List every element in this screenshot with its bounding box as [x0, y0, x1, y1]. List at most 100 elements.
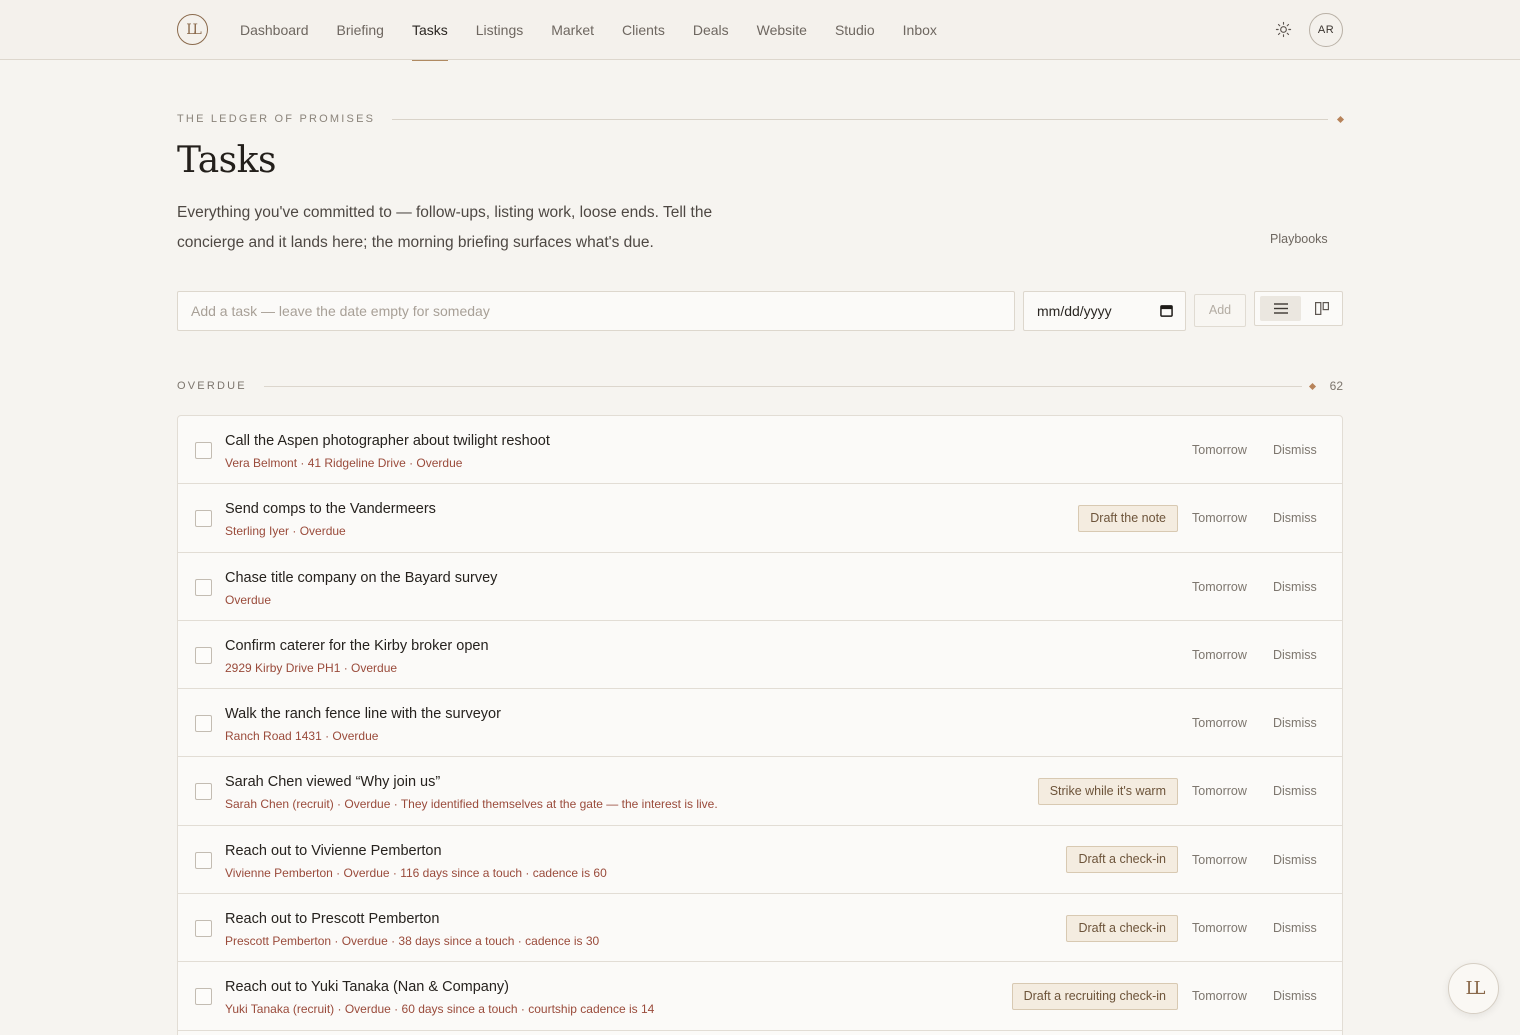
task-checkbox[interactable]	[195, 442, 212, 459]
task-checkbox[interactable]	[195, 851, 212, 869]
task-title[interactable]: Reach out to Prescott Pemberton	[225, 911, 439, 927]
nav-item-clients[interactable]: Clients	[622, 0, 665, 60]
divider	[392, 118, 1328, 120]
task-row: Walk the ranch fence line with the surve…	[178, 689, 1342, 758]
top-nav-bar: LL Dashboard Briefing Tasks Listings Mar…	[0, 0, 1520, 61]
dismiss-button[interactable]: Dismiss	[1273, 648, 1342, 662]
add-task-button[interactable]: Add	[1194, 294, 1246, 327]
avatar[interactable]: AR	[1309, 13, 1343, 47]
task-checkbox[interactable]	[195, 920, 212, 938]
draft-action-button[interactable]: Draft a check-in	[1066, 846, 1178, 874]
task-actions: Tomorrow Dismiss	[1192, 416, 1342, 484]
draft-action-button[interactable]: Strike while it's warm	[1037, 777, 1178, 805]
task-title[interactable]: Walk the ranch fence line with the surve…	[225, 706, 501, 722]
dismiss-button[interactable]: Dismiss	[1273, 443, 1342, 457]
snooze-tomorrow-button[interactable]: Tomorrow	[1192, 443, 1273, 457]
task-title[interactable]: Reach out to Vivienne Pemberton	[225, 843, 442, 859]
nav-item-briefing[interactable]: Briefing	[337, 0, 384, 60]
brand-logo[interactable]: LL	[177, 14, 208, 45]
task-title[interactable]: Chase title company on the Bayard survey	[225, 570, 497, 586]
nav-item-tasks[interactable]: Tasks	[411, 0, 448, 61]
task-row: Reach out to Yuki Tanaka (Nan & Company)…	[178, 962, 1342, 1031]
task-title[interactable]: Confirm caterer for the Kirby broker ope…	[225, 638, 489, 654]
task-meta: 2929 Kirby Drive PH1 · Overdue	[225, 660, 398, 675]
due-date-field[interactable]: mm/dd/yyyy	[1023, 291, 1186, 331]
task-row: Send comps to the Vandermeers Sterling I…	[178, 484, 1342, 553]
task-row: Reach out to Prescott Pemberton Prescott…	[178, 894, 1342, 963]
dismiss-button[interactable]: Dismiss	[1273, 511, 1342, 525]
section-header-overdue: OVERDUE 62	[177, 378, 1343, 394]
dismiss-button[interactable]: Dismiss	[1273, 784, 1342, 798]
snooze-tomorrow-button[interactable]: Tomorrow	[1192, 716, 1273, 730]
task-checkbox[interactable]	[195, 715, 212, 733]
dismiss-button[interactable]: Dismiss	[1273, 853, 1342, 867]
snooze-tomorrow-button[interactable]: Tomorrow	[1192, 921, 1273, 935]
new-task-input[interactable]: Add a task — leave the date empty for so…	[177, 291, 1015, 331]
snooze-tomorrow-button[interactable]: Tomorrow	[1192, 580, 1273, 594]
dismiss-button[interactable]: Dismiss	[1273, 989, 1342, 1003]
nav-item-deals[interactable]: Deals	[693, 0, 729, 60]
board-view-icon[interactable]	[1307, 296, 1337, 321]
page-intro: Everything you've committed to — follow-…	[177, 204, 713, 251]
task-meta: Vivienne Pemberton · Overdue · 116 days …	[225, 865, 607, 880]
view-toggle	[1254, 291, 1343, 326]
dismiss-button[interactable]: Dismiss	[1273, 716, 1342, 730]
divider	[263, 385, 1302, 387]
diamond-icon	[1308, 382, 1316, 390]
task-title[interactable]: Send comps to the Vandermeers	[225, 501, 436, 517]
calendar-icon[interactable]	[1160, 304, 1173, 317]
task-checkbox[interactable]	[195, 510, 212, 528]
draft-action-button[interactable]: Draft the note	[1078, 504, 1178, 532]
snooze-tomorrow-button[interactable]: Tomorrow	[1192, 511, 1273, 525]
page-title: Tasks	[177, 140, 276, 181]
task-actions: Tomorrow Dismiss	[1192, 689, 1342, 757]
task-actions: Draft a check-in Tomorrow Dismiss	[1066, 894, 1342, 962]
nav-item-dashboard[interactable]: Dashboard	[240, 0, 309, 60]
draft-action-button[interactable]: Draft a check-in	[1066, 914, 1178, 942]
snooze-tomorrow-button[interactable]: Tomorrow	[1192, 784, 1273, 798]
dismiss-button[interactable]: Dismiss	[1273, 921, 1342, 935]
nav-item-website[interactable]: Website	[757, 0, 807, 60]
task-title[interactable]: Sarah Chen viewed “Why join us”	[225, 774, 440, 790]
task-actions: Draft a check-in Tomorrow Dismiss	[1066, 826, 1342, 894]
task-actions: Draft the note Tomorrow Dismiss	[1078, 484, 1342, 552]
task-row: Chase title company on the Bayard survey…	[178, 553, 1342, 621]
date-placeholder: mm/dd/yyyy	[1037, 303, 1112, 319]
task-row: Reach out to Vivienne Pemberton Vivienne…	[178, 826, 1342, 895]
concierge-button[interactable]: LL	[1448, 963, 1499, 1014]
snooze-tomorrow-button[interactable]: Tomorrow	[1192, 853, 1273, 867]
task-checkbox[interactable]	[195, 646, 212, 664]
page-eyebrow: THE LEDGER OF PROMISES	[177, 111, 1345, 127]
snooze-tomorrow-button[interactable]: Tomorrow	[1192, 648, 1273, 662]
task-row: Sarah Chen viewed “Why join us” Sarah Ch…	[178, 757, 1342, 826]
task-row: Confirm caterer for the Kirby broker ope…	[178, 621, 1342, 690]
nav-item-listings[interactable]: Listings	[476, 0, 523, 60]
diamond-icon	[1336, 115, 1345, 123]
task-actions: Tomorrow Dismiss	[1192, 553, 1342, 621]
task-meta: Vera Belmont · 41 Ridgeline Drive · Over…	[225, 456, 463, 470]
nav-item-studio[interactable]: Studio	[835, 0, 875, 60]
task-meta: Ranch Road 1431 · Overdue	[225, 729, 379, 744]
task-checkbox[interactable]	[195, 578, 212, 596]
task-meta: Overdue	[225, 592, 272, 607]
nav-item-market[interactable]: Market	[551, 0, 594, 60]
sun-icon[interactable]	[1274, 20, 1293, 39]
task-title[interactable]: Call the Aspen photographer about twilig…	[225, 433, 550, 449]
task-checkbox[interactable]	[195, 988, 212, 1006]
task-actions: Draft a recruiting check-in Tomorrow Dis…	[1011, 962, 1342, 1030]
task-meta: Sarah Chen (recruit) · Overdue · They id…	[225, 797, 718, 812]
task-row: Call the Aspen photographer about twilig…	[178, 416, 1342, 485]
nav-item-inbox[interactable]: Inbox	[903, 0, 937, 60]
task-meta: Yuki Tanaka (recruit) · Overdue · 60 day…	[225, 1002, 655, 1017]
playbooks-link[interactable]: Playbooks	[1270, 232, 1328, 246]
snooze-tomorrow-button[interactable]: Tomorrow	[1192, 989, 1273, 1003]
task-meta: Prescott Pemberton · Overdue · 38 days s…	[225, 934, 600, 949]
list-view-icon[interactable]	[1260, 296, 1301, 321]
section-label: OVERDUE	[177, 380, 247, 392]
dismiss-button[interactable]: Dismiss	[1273, 580, 1342, 594]
task-actions: Tomorrow Dismiss	[1192, 621, 1342, 689]
section-count: 62	[1329, 379, 1343, 393]
task-checkbox[interactable]	[195, 783, 212, 801]
task-title[interactable]: Reach out to Yuki Tanaka (Nan & Company)	[225, 979, 509, 995]
draft-action-button[interactable]: Draft a recruiting check-in	[1011, 982, 1178, 1010]
